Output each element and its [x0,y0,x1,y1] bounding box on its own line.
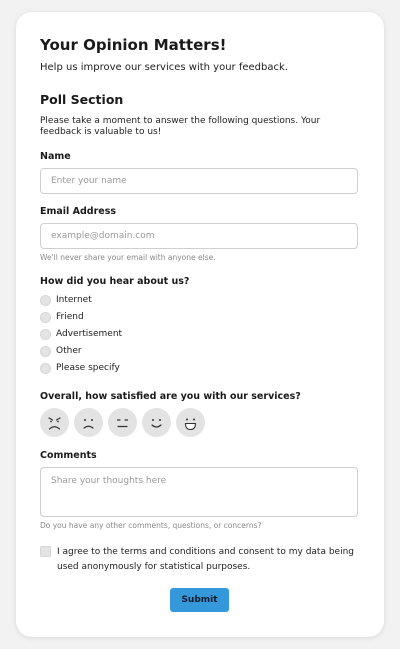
email-label: Email Address [40,206,117,217]
comments-help-text: Do you have any other comments, question… [40,521,262,530]
source-option-other[interactable]: Other [40,345,82,357]
radio-button[interactable] [40,345,51,357]
option-label: Internet [56,295,92,305]
name-input[interactable] [40,168,358,194]
radio-button[interactable] [40,311,51,323]
very-satisfied-icon[interactable] [176,408,205,437]
radio-button[interactable] [40,328,51,340]
satisfaction-rating [40,408,205,437]
radio-button[interactable] [40,362,51,374]
neutral-icon[interactable] [108,408,137,437]
email-help-text: We'll never share your email with anyone… [40,253,216,262]
source-label: How did you hear about us? [40,276,190,287]
consent-row[interactable]: I agree to the terms and conditions and … [40,545,357,575]
poll-section-title: Poll Section [40,92,124,107]
page-title: Your Opinion Matters! [40,36,227,54]
consent-checkbox[interactable] [40,546,51,557]
source-option-friend[interactable]: Friend [40,311,84,323]
feedback-card: Your Opinion Matters! Help us improve ou… [16,12,384,637]
dissatisfied-icon[interactable] [74,408,103,437]
source-option-please-specify[interactable]: Please specify [40,362,120,374]
very-dissatisfied-icon[interactable] [40,408,69,437]
satisfaction-label: Overall, how satisfied are you with our … [40,391,301,402]
consent-text: I agree to the terms and conditions and … [57,547,355,572]
comments-textarea[interactable] [40,467,358,517]
page-subtitle: Help us improve our services with your f… [40,62,288,73]
source-option-internet[interactable]: Internet [40,294,92,306]
poll-intro: Please take a moment to answer the follo… [40,116,321,137]
option-label: Other [56,346,82,356]
option-label: Please specify [56,363,120,373]
source-option-advertisement[interactable]: Advertisement [40,328,122,340]
radio-button[interactable] [40,294,51,306]
option-label: Friend [56,312,84,322]
comments-label: Comments [40,450,97,461]
satisfied-icon[interactable] [142,408,171,437]
name-label: Name [40,151,71,162]
submit-button[interactable]: Submit [170,588,229,612]
option-label: Advertisement [56,329,123,339]
email-input[interactable] [40,223,358,249]
